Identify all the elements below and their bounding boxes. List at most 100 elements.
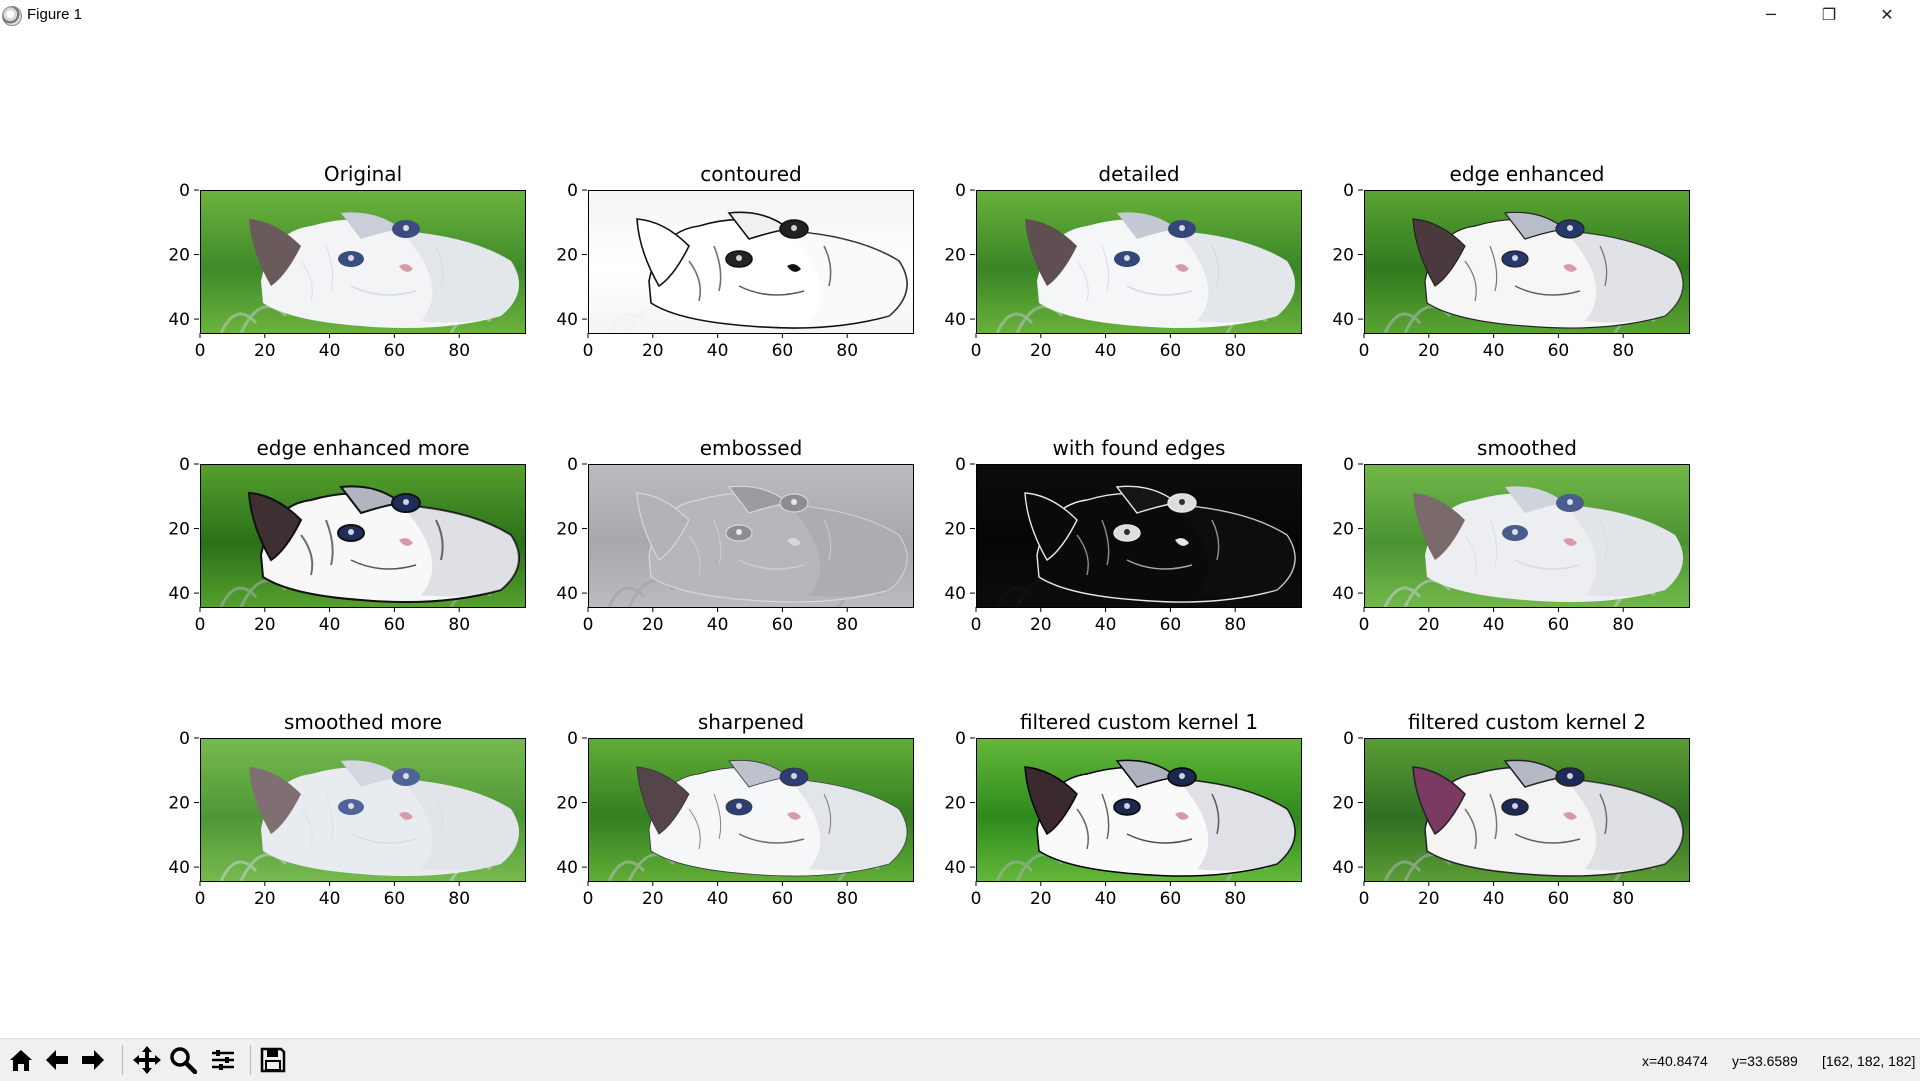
y-tick-label: 0 [567,729,578,749]
x-tick-label: 60 [1548,889,1570,909]
home-button[interactable] [4,1043,38,1077]
y-tick-label: 40 [556,584,578,604]
restore-button[interactable]: ❐ [1800,0,1858,28]
y-tick-label: 40 [944,858,966,878]
save-button[interactable] [256,1043,290,1077]
x-tick-label: 40 [1095,341,1117,361]
home-icon [10,1050,32,1071]
y-tick-label: 20 [1332,246,1354,266]
figure-canvas[interactable]: Original 02040608002040contoured [0,28,1920,1038]
toolbar-separator [122,1045,123,1075]
y-tick-label: 40 [944,584,966,604]
back-icon [46,1050,68,1070]
subplot-custom2: filtered custom kernel 2 0 20 40 60 80 0 20 40 [1324,710,1724,930]
y-tick-label: 0 [955,729,966,749]
x-tick-label: 0 [195,341,206,361]
subplot-emboss: embossed 0 20 40 60 80 0 20 40 [548,436,948,656]
subplot-axes: 0 20 40 60 80 0 20 40 [1332,181,1634,361]
x-tick-label: 20 [1030,341,1052,361]
x-tick-label: 0 [1359,341,1370,361]
y-tick-label: 0 [955,455,966,475]
zoom-button[interactable] [166,1043,200,1077]
x-tick-label: 40 [1095,615,1117,635]
x-tick-label: 40 [707,615,729,635]
x-tick-label: 0 [971,615,982,635]
forward-icon [82,1050,104,1070]
subplot-smoothmore: smoothed more 0 20 40 60 80 0 20 40 [160,710,560,930]
x-tick-label: 80 [836,889,858,909]
x-tick-label: 80 [448,615,470,635]
close-button[interactable]: ✕ [1858,0,1916,28]
y-tick-label: 0 [179,181,190,201]
x-tick-label: 80 [1224,889,1246,909]
x-tick-label: 80 [1612,615,1634,635]
title-bar: Figure 1 ─ ❐ ✕ [0,0,1920,29]
x-tick-label: 60 [772,615,794,635]
x-tick-label: 60 [772,341,794,361]
forward-button[interactable] [76,1043,110,1077]
subplot-axes: 0 20 40 60 80 0 20 40 [556,181,858,361]
y-tick-label: 0 [1343,729,1354,749]
y-tick-label: 20 [556,794,578,814]
navigation-toolbar: x=40.8474 y=33.6589 [162, 182, 182] [0,1038,1920,1081]
y-tick-label: 0 [955,181,966,201]
x-tick-label: 20 [1030,615,1052,635]
x-tick-label: 60 [384,889,406,909]
subplot-edgemore: edge enhanced more 0 20 40 60 80 0 20 40 [160,436,560,656]
subplot-axes: 0 20 40 60 80 0 20 40 [1332,455,1634,635]
x-tick-label: 0 [583,889,594,909]
subplot-edge: edge enhanced 0 20 40 60 80 0 20 40 [1324,162,1724,382]
x-tick-label: 0 [583,341,594,361]
subplot-contoured: contoured 0 20 40 60 80 0 20 40 [548,162,948,382]
x-tick-label: 80 [1612,889,1634,909]
toolbar-separator [250,1045,251,1075]
y-tick-label: 40 [556,858,578,878]
status-pixel-value: [162, 182, 182] [1822,1053,1916,1069]
y-tick-label: 40 [944,310,966,330]
x-tick-label: 80 [1224,341,1246,361]
x-tick-label: 60 [384,341,406,361]
save-icon [260,1047,286,1073]
subplot-axes: 0 20 40 60 80 0 20 40 [944,181,1246,361]
configure-subplots-icon [212,1050,234,1070]
y-tick-label: 0 [1343,181,1354,201]
subplot-axes: 0 20 40 60 80 0 20 40 [556,729,858,909]
zoom-icon [170,1047,197,1074]
x-tick-label: 80 [836,341,858,361]
subplot-axes: 0 20 40 60 80 0 20 40 [168,181,470,361]
y-tick-label: 20 [1332,520,1354,540]
configure-subplots-button[interactable] [206,1043,240,1077]
x-tick-label: 60 [1160,615,1182,635]
x-tick-label: 40 [1095,889,1117,909]
back-button[interactable] [40,1043,74,1077]
x-tick-label: 60 [1160,889,1182,909]
x-tick-label: 40 [1483,615,1505,635]
subplot-original: Original 0 20 40 60 80 0 20 40 [160,162,560,382]
subplot-custom1: filtered custom kernel 1 0 20 40 60 80 0 20 40 [936,710,1336,930]
x-tick-label: 60 [1160,341,1182,361]
x-tick-label: 0 [1359,889,1370,909]
x-tick-label: 60 [772,889,794,909]
minimize-button[interactable]: ─ [1742,0,1800,28]
x-tick-label: 20 [1030,889,1052,909]
subplot-findedges: with found edges 0 20 40 60 80 0 20 40 [936,436,1336,656]
x-tick-label: 60 [384,615,406,635]
x-tick-label: 40 [707,341,729,361]
x-tick-label: 80 [448,341,470,361]
restore-icon: ❐ [1821,4,1837,24]
y-tick-label: 20 [556,520,578,540]
x-tick-label: 80 [1224,615,1246,635]
y-tick-label: 20 [168,520,190,540]
subplot-detailed: detailed 0 20 40 60 80 0 20 40 [936,162,1336,382]
x-tick-label: 0 [195,889,206,909]
subplot-sharpen: sharpened 0 20 40 60 80 0 20 40 [548,710,948,930]
pan-button[interactable] [130,1043,164,1077]
x-tick-label: 20 [642,889,664,909]
y-tick-label: 20 [944,794,966,814]
subplot-axes: 0 20 40 60 80 0 20 40 [168,455,470,635]
y-tick-label: 0 [1343,455,1354,475]
subplot-axes: 0 20 40 60 80 0 20 40 [1332,729,1634,909]
subplot-smooth: smoothed 0 20 40 60 80 0 20 40 [1324,436,1724,656]
subplot-axes: 0 20 40 60 80 0 20 40 [168,729,470,909]
y-tick-label: 20 [944,246,966,266]
